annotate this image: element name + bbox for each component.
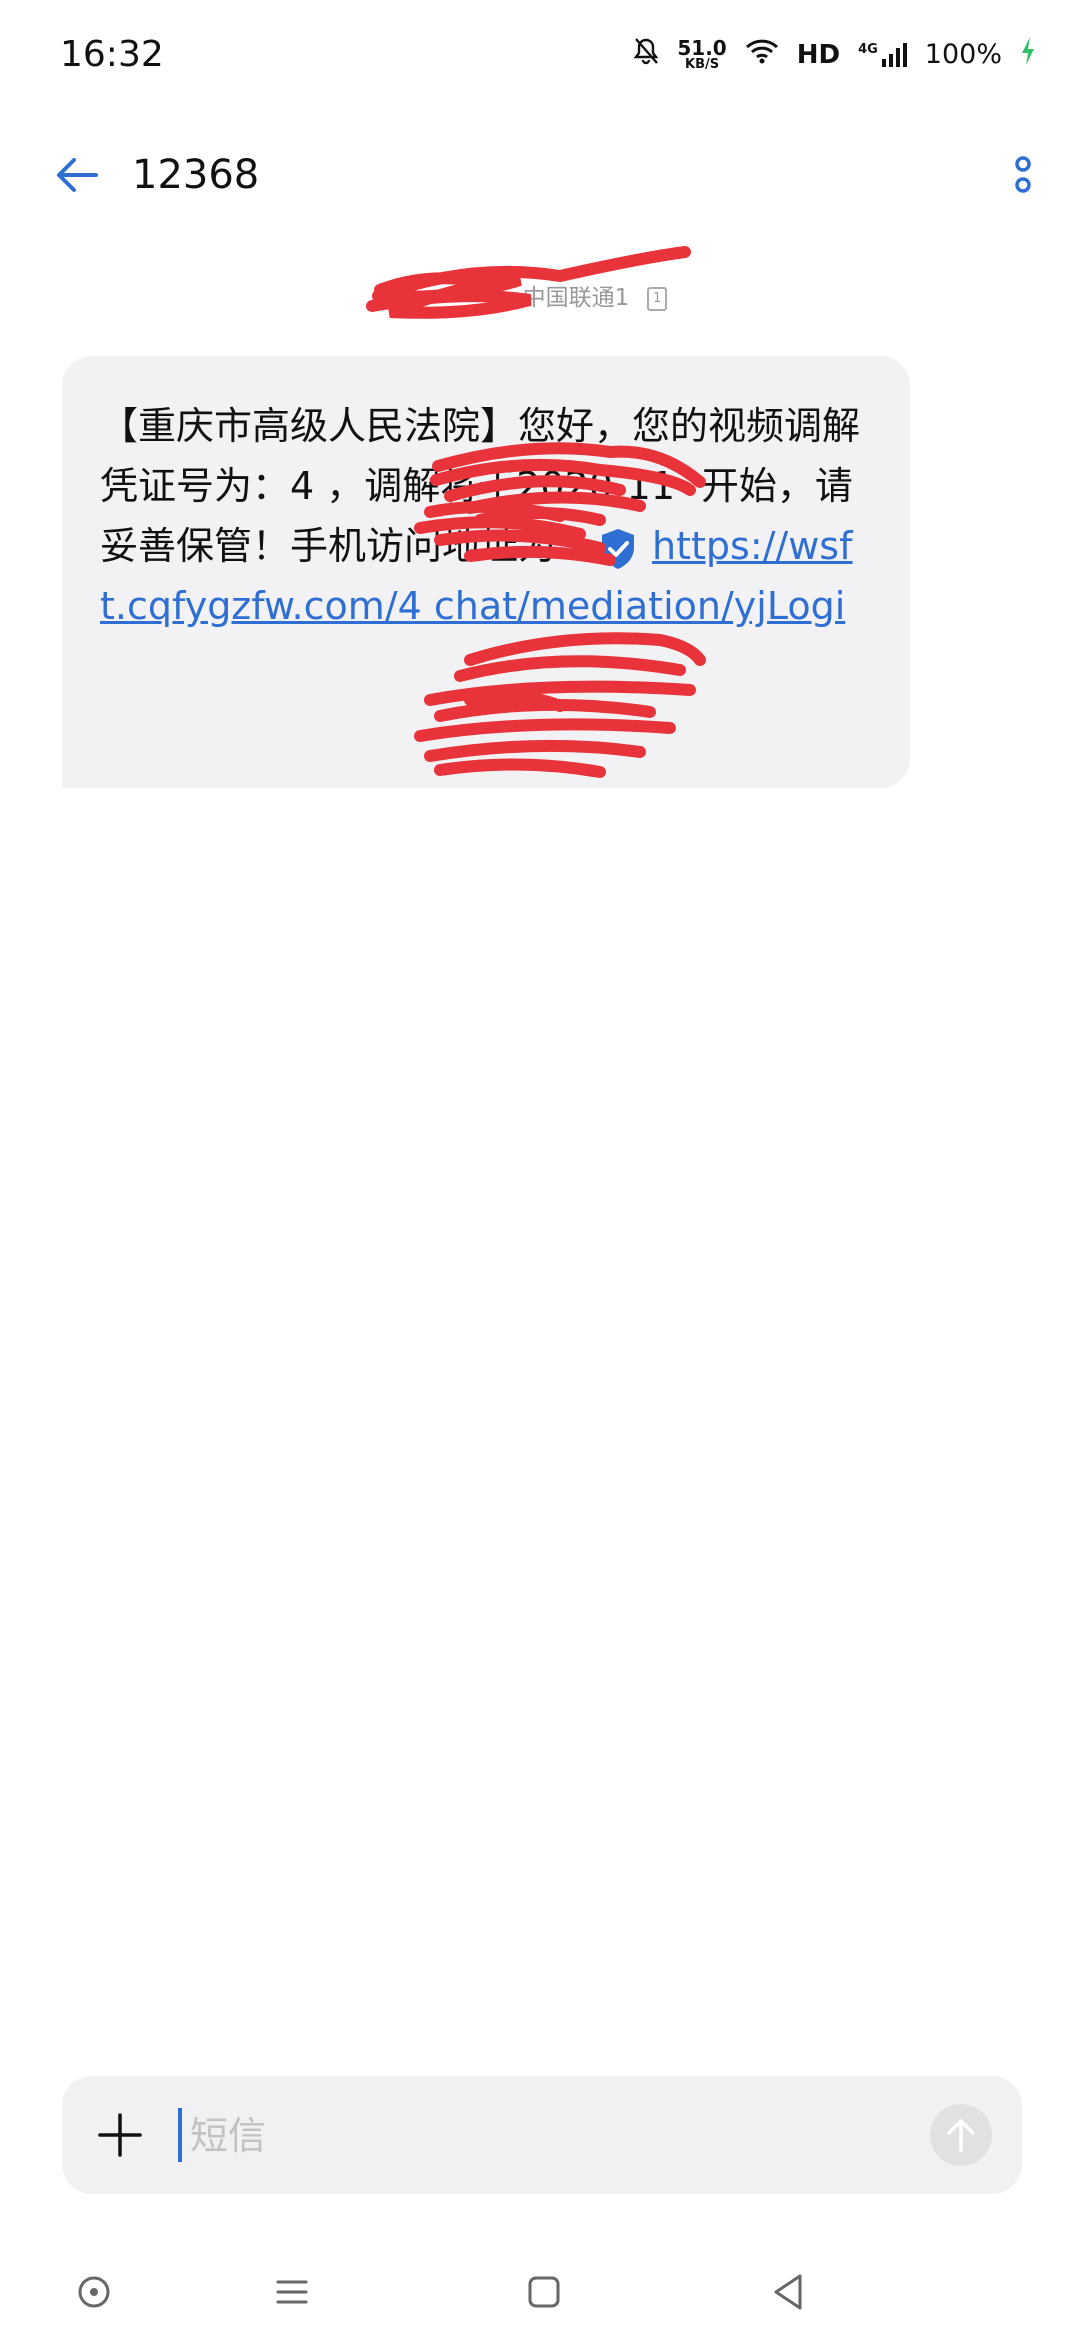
- charging-icon: [1020, 36, 1036, 73]
- sim-label: 中国联通1: [522, 285, 630, 311]
- message-composer: [62, 2076, 1022, 2194]
- wifi-icon: [745, 38, 779, 71]
- plus-icon: [98, 2113, 142, 2157]
- redaction-scribble: [366, 246, 706, 778]
- sim-card-icon: 1: [647, 286, 668, 311]
- assistant-dot-icon: [78, 2276, 110, 2308]
- sms-input[interactable]: [188, 2104, 832, 2168]
- bell-muted-icon: [633, 37, 659, 72]
- menu-button[interactable]: [270, 2270, 314, 2314]
- net-speed: 51.0 KB/S: [677, 36, 727, 72]
- more-vertical-icon: [1015, 156, 1031, 193]
- home-button[interactable]: [522, 2270, 566, 2314]
- status-time: 16:32: [60, 34, 164, 75]
- attach-button[interactable]: [96, 2111, 144, 2159]
- text-cursor: [178, 2108, 182, 2162]
- arrow-up-icon: [947, 2119, 975, 2152]
- back-triangle-icon: [774, 2274, 802, 2310]
- message-bubble[interactable]: 【重庆市高级人民法院】您好，您的视频调解凭证号为：4 ，调解将于2020-11-…: [62, 356, 910, 788]
- message-text: 【重庆市高级人民法院】您好，您的视频调解凭证号为：4 ，调解将于2020-11-…: [100, 396, 872, 636]
- status-bar: 16:32 51.0 KB/S HD 4G 100%: [0, 0, 1080, 120]
- send-button[interactable]: [930, 2104, 992, 2166]
- contact-title: 12368: [132, 152, 260, 198]
- home-square-icon: [528, 2276, 560, 2308]
- signal-icon: 4G: [858, 42, 907, 68]
- arrow-left-icon: [57, 158, 98, 192]
- hd-label: HD: [796, 39, 841, 70]
- more-options-button[interactable]: [1008, 154, 1038, 198]
- navigation-bar: [0, 2240, 1080, 2340]
- conversation-header: 12368: [0, 120, 1080, 230]
- assistant-button[interactable]: [72, 2270, 116, 2314]
- battery-percent: 100%: [924, 39, 1002, 70]
- menu-icon: [276, 2280, 308, 2304]
- shield-check-icon: [598, 527, 638, 571]
- sim-info: 中国联通1 1: [0, 278, 1080, 312]
- status-icons: 51.0 KB/S HD 4G 100%: [633, 36, 1036, 73]
- nav-back-button[interactable]: [766, 2270, 810, 2314]
- back-button[interactable]: [52, 150, 102, 200]
